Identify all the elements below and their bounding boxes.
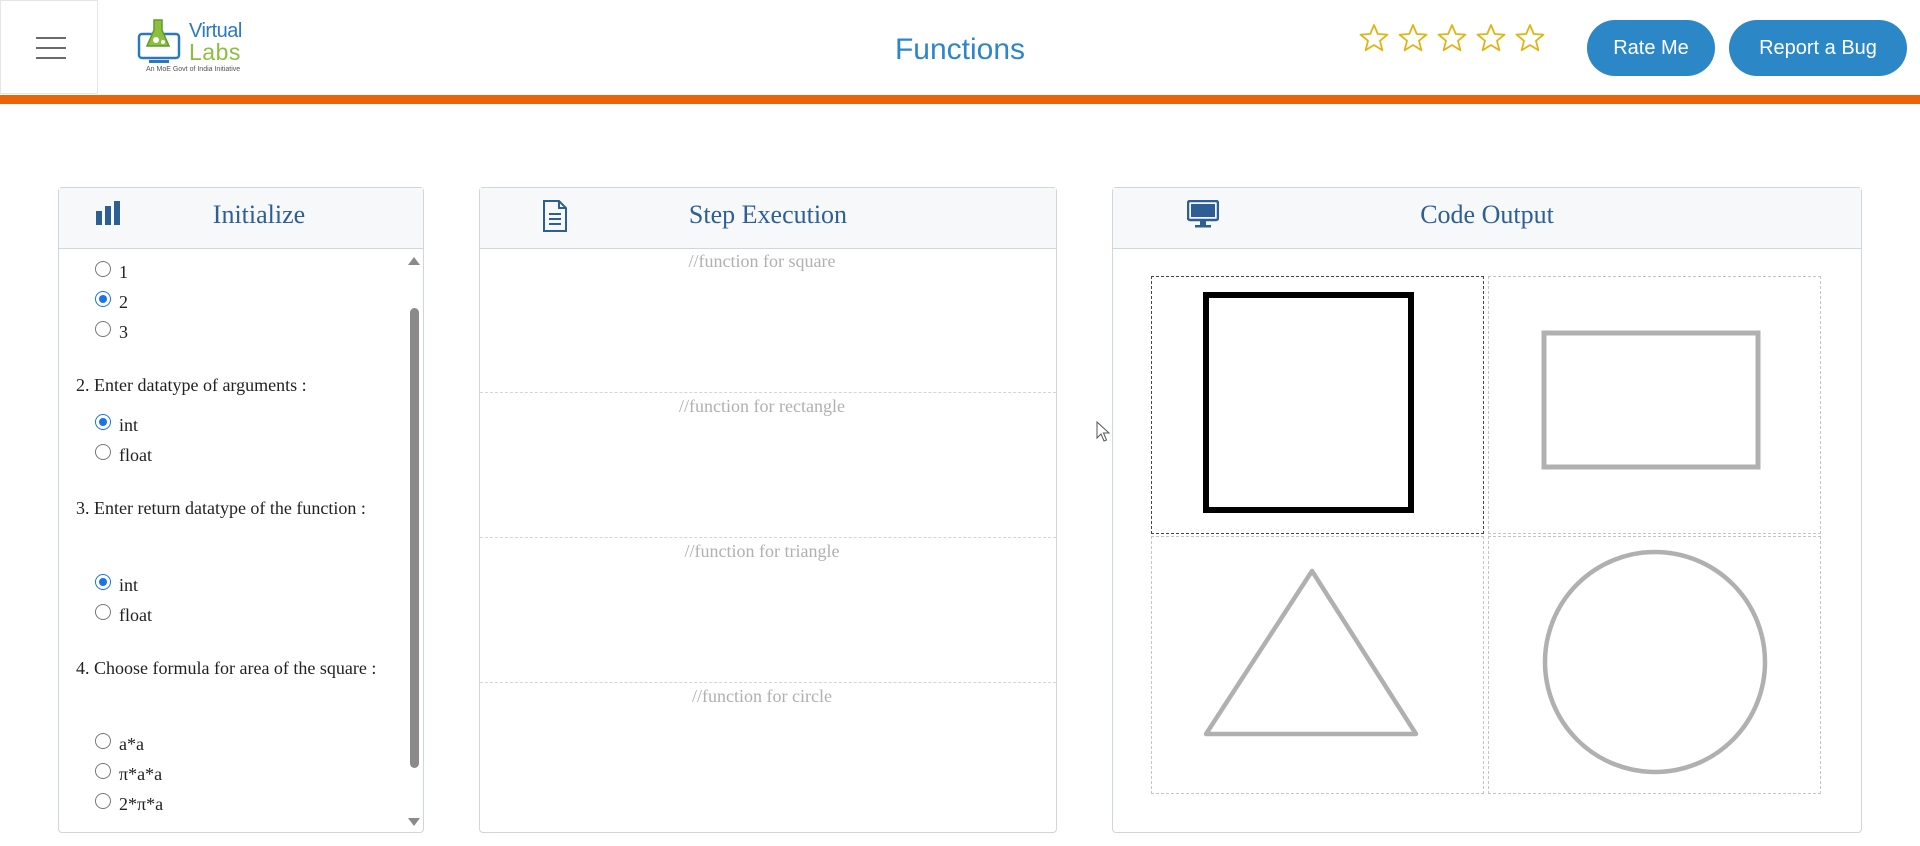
question-return-datatype: 3. Enter return datatype of the function… bbox=[76, 498, 366, 518]
initialize-form: 1 2 3 2. Enter datatype of arguments : i… bbox=[59, 249, 399, 832]
star-icon[interactable] bbox=[1397, 22, 1429, 54]
app-header: Virtual Labs An MoE Govt of India Initia… bbox=[0, 0, 1920, 96]
option-label: float bbox=[119, 445, 152, 465]
star-icon[interactable] bbox=[1475, 22, 1507, 54]
scroll-down-arrow-icon[interactable] bbox=[408, 818, 420, 826]
option-label: a*a bbox=[119, 734, 144, 754]
star-icon[interactable] bbox=[1436, 22, 1468, 54]
step-execution-panel: Step Execution //function for square //f… bbox=[479, 187, 1057, 833]
radio-button[interactable] bbox=[95, 574, 111, 590]
circle-shape bbox=[1542, 549, 1768, 775]
step-execution-title: Step Execution bbox=[688, 200, 848, 229]
step-comment: //function for rectangle bbox=[679, 396, 845, 416]
question-area-formula: 4. Choose formula for area of the square… bbox=[76, 658, 377, 678]
option-label: π*a*a bbox=[119, 764, 163, 784]
code-output-header: Code Output bbox=[1113, 188, 1861, 249]
rate-me-button[interactable]: Rate Me bbox=[1587, 20, 1715, 76]
option-label: float bbox=[119, 605, 152, 625]
radio-button[interactable] bbox=[95, 733, 111, 749]
radio-button[interactable] bbox=[95, 604, 111, 620]
option-label: 1 bbox=[119, 262, 128, 282]
step-execution-header: Step Execution bbox=[480, 188, 1056, 249]
question-arg-datatype: 2. Enter datatype of arguments : bbox=[76, 375, 307, 395]
step-comment: //function for circle bbox=[692, 686, 832, 706]
radio-button[interactable] bbox=[95, 763, 111, 779]
initialize-title: Initialize bbox=[212, 200, 306, 229]
initialize-panel-header: Initialize bbox=[59, 188, 423, 249]
option-label: int bbox=[119, 575, 139, 595]
radio-button[interactable] bbox=[95, 291, 111, 307]
initialize-panel: Initialize 1 2 3 2. Enter datatype of ar… bbox=[58, 187, 424, 833]
scroll-up-arrow-icon[interactable] bbox=[408, 257, 420, 265]
star-icon[interactable] bbox=[1358, 22, 1390, 54]
option-label: int bbox=[119, 415, 139, 435]
initialize-scrollbar[interactable] bbox=[406, 249, 422, 832]
scroll-thumb[interactable] bbox=[410, 308, 419, 768]
rating-stars bbox=[1358, 22, 1549, 58]
output-cell-square bbox=[1151, 276, 1484, 534]
code-output-panel: Code Output bbox=[1112, 187, 1862, 833]
option-label: 3 bbox=[119, 322, 128, 342]
step-comment: //function for square bbox=[688, 251, 836, 271]
output-cell-rectangle bbox=[1488, 276, 1821, 534]
step-row-square: //function for square bbox=[480, 249, 1056, 393]
step-comment: //function for triangle bbox=[684, 541, 840, 561]
radio-button[interactable] bbox=[95, 261, 111, 277]
radio-button[interactable] bbox=[95, 321, 111, 337]
step-row-triangle: //function for triangle bbox=[480, 539, 1056, 683]
output-cell-circle bbox=[1488, 536, 1821, 794]
step-row-rectangle: //function for rectangle bbox=[480, 394, 1056, 538]
output-cell-triangle bbox=[1151, 536, 1484, 794]
step-row-circle: //function for circle bbox=[480, 684, 1056, 828]
logo-tagline: An MoE Govt of India Initiative bbox=[146, 66, 241, 73]
shape-output-grid bbox=[1151, 276, 1821, 794]
code-output-title: Code Output bbox=[1420, 200, 1554, 229]
radio-button[interactable] bbox=[95, 444, 111, 460]
mouse-cursor-icon bbox=[1096, 421, 1110, 442]
square-shape bbox=[1203, 292, 1414, 513]
option-label: 2 bbox=[119, 292, 128, 312]
header-divider bbox=[0, 95, 1920, 104]
report-bug-button[interactable]: Report a Bug bbox=[1729, 20, 1907, 76]
triangle-shape bbox=[1203, 568, 1419, 737]
option-label: 2*π*a bbox=[119, 794, 164, 814]
star-icon[interactable] bbox=[1514, 22, 1546, 54]
rectangle-shape bbox=[1541, 330, 1761, 470]
radio-button[interactable] bbox=[95, 414, 111, 430]
radio-button[interactable] bbox=[95, 793, 111, 809]
